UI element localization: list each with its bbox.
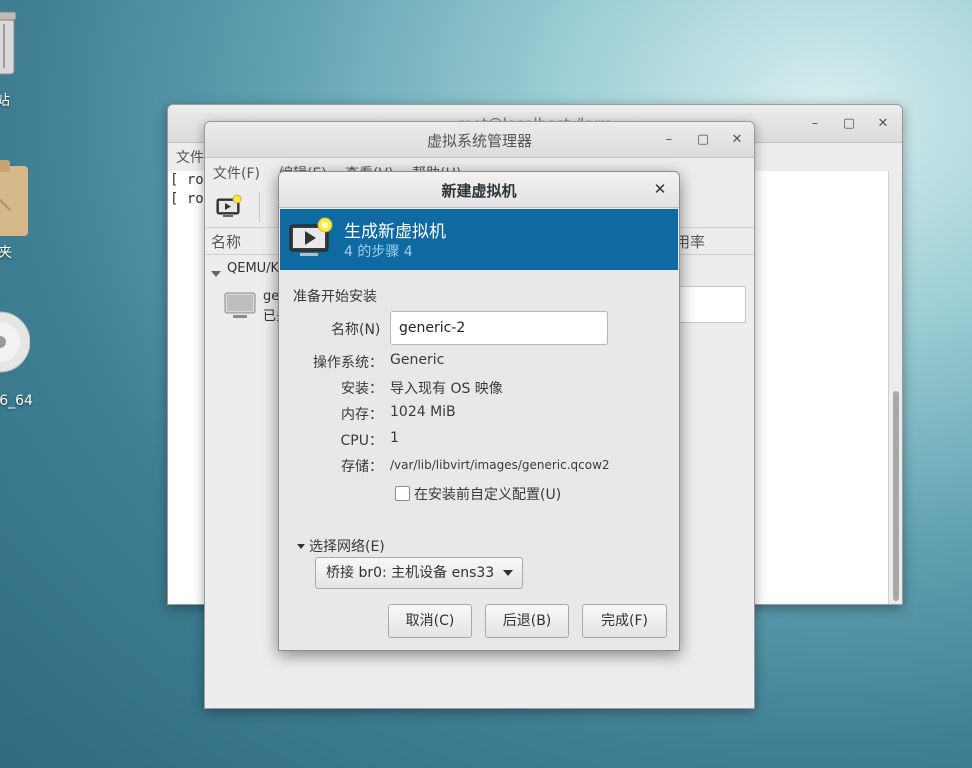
column-header-name[interactable]: 名称 [211,231,241,252]
storage-label: 存储： [341,459,383,475]
back-button[interactable]: 后退(B) [485,604,569,638]
close-icon[interactable]: ✕ [651,180,669,198]
maximize-icon[interactable]: ▢ [840,115,858,133]
desktop-label-trash: 站 [0,93,10,109]
customize-label[interactable]: 在安装前自定义配置(U) [414,484,561,504]
terminal-scrollbar[interactable] [888,171,902,604]
disc-icon[interactable] [0,300,31,386]
cancel-button[interactable]: 取消(C) [388,604,472,638]
network-select-value: 桥接 br0: 主机设备 ens33 [326,565,495,581]
new-vm-dialog[interactable]: 新建虚拟机 ✕ 生成新虚拟机 4 的步骤 4 准备开始安装 名称(N) gene… [278,171,680,651]
new-vm-icon[interactable] [215,194,243,220]
vm-usage-graph [673,286,746,323]
minimize-icon[interactable]: – [660,131,678,149]
chevron-down-icon [502,570,513,576]
new-vm-icon [288,217,334,261]
chevron-down-icon[interactable] [211,266,221,282]
name-input[interactable]: generic-2 [390,311,608,345]
banner-title: 生成新虚拟机 [344,222,446,242]
memory-value: 1024 MiB [390,404,456,420]
dialog-titlebar[interactable]: 新建虚拟机 ✕ [279,172,679,208]
chevron-down-icon[interactable] [297,538,305,554]
memory-label: 内存： [341,407,383,423]
network-expander[interactable]: 选择网络(E) [309,536,385,556]
folder-icon[interactable] [0,160,28,236]
network-select[interactable]: 桥接 br0: 主机设备 ens33 [315,557,523,589]
install-label: 安装： [341,381,383,397]
cpu-value: 1 [390,430,399,446]
vm-monitor-icon [223,291,257,321]
desktop-label-folder: 夹 [0,245,12,261]
maximize-icon[interactable]: ▢ [694,131,712,149]
finish-button[interactable]: 完成(F) [582,604,667,638]
close-icon[interactable]: ✕ [874,115,892,133]
name-label: 名称(N) [331,322,381,338]
desktop-label-disc: x86_64 [0,393,33,409]
terminal-menu-file[interactable]: 文件 [176,147,204,167]
minimize-icon[interactable]: – [806,115,824,133]
customize-checkbox[interactable] [395,486,410,501]
close-icon[interactable]: ✕ [728,131,746,149]
os-label: 操作系统： [313,355,383,371]
dialog-title: 新建虚拟机 [441,182,517,200]
vmm-menu-file[interactable]: 文件(F) [213,163,260,183]
os-value: Generic [390,352,445,368]
vmm-titlebar[interactable]: 虚拟系统管理器 – ▢ ✕ [205,122,754,158]
dialog-banner: 生成新虚拟机 4 的步骤 4 [280,209,678,270]
trash-icon[interactable] [0,8,17,78]
section-heading: 准备开始安装 [293,289,377,305]
install-value: 导入现有 OS 映像 [390,381,503,397]
cpu-label: CPU： [340,433,383,449]
terminal-scrollbar-thumb[interactable] [893,391,899,601]
banner-step: 4 的步骤 4 [344,244,413,260]
storage-value: /var/lib/libvirt/images/generic.qcow2 [390,458,610,472]
toolbar-separator [259,192,260,222]
